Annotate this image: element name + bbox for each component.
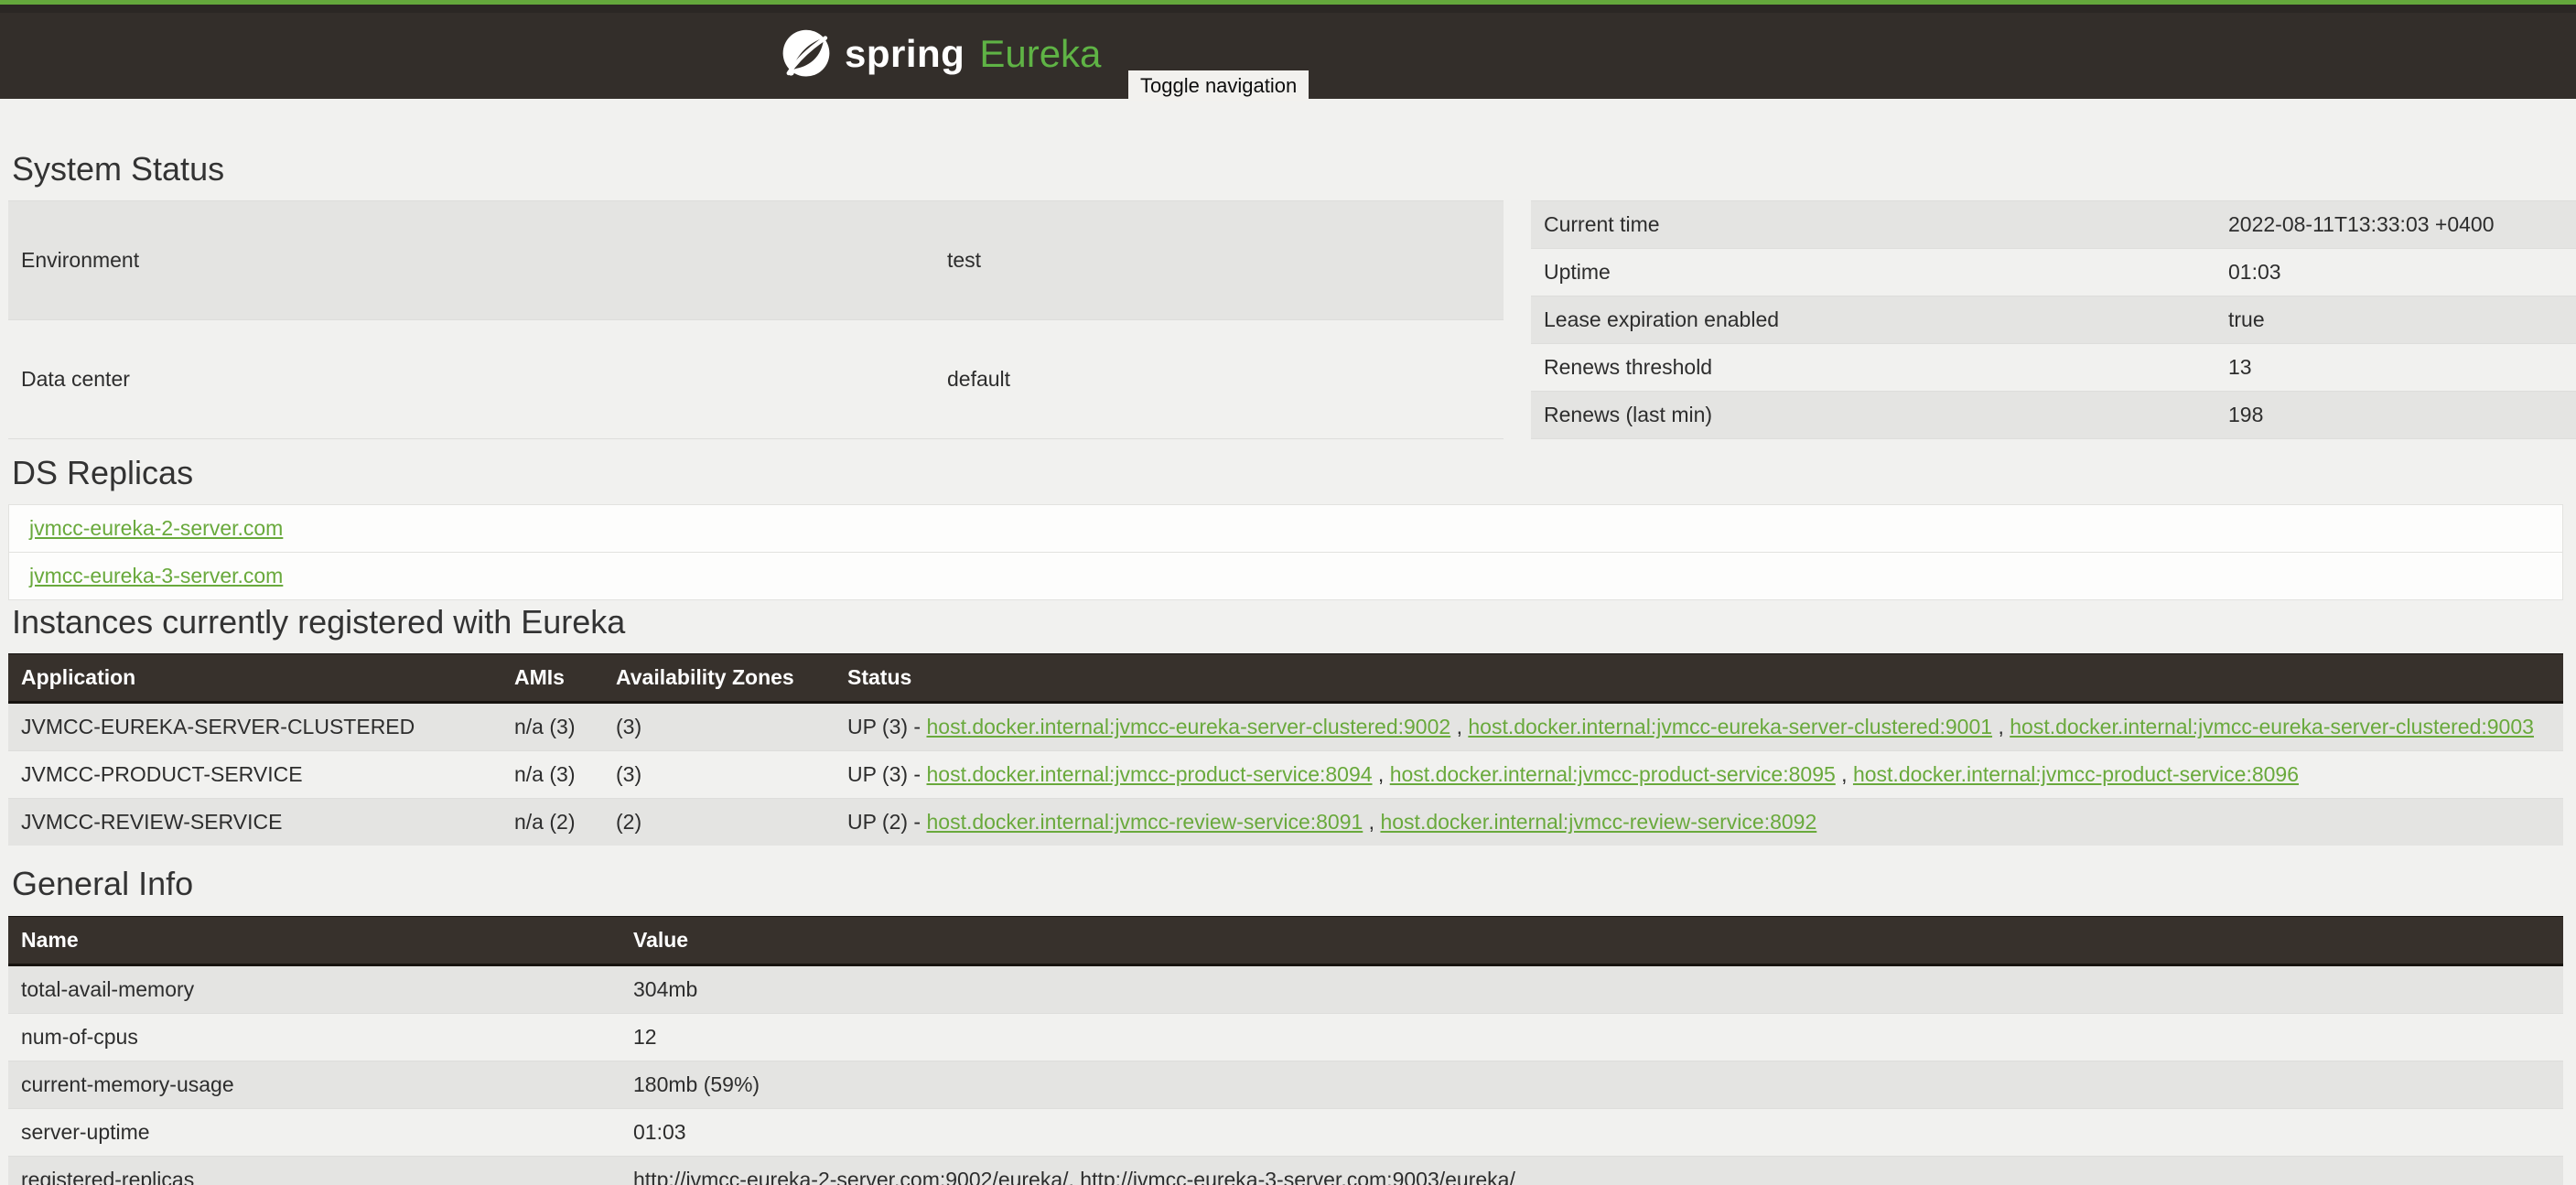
general-info-row: num-of-cpus12 [8, 1014, 2563, 1061]
instances-table: ApplicationAMIsAvailability ZonesStatus … [8, 653, 2563, 846]
status-row: Lease expiration enabledtrue [1531, 296, 2576, 344]
status-tables-gap [1504, 200, 1531, 439]
status-label: Environment [8, 201, 934, 320]
instance-link[interactable]: host.docker.internal:jvmcc-product-servi… [1390, 762, 1836, 786]
instance-amis: n/a (3) [501, 751, 603, 799]
column-header: Application [8, 654, 501, 703]
toggle-navigation-button[interactable]: Toggle navigation [1128, 70, 1309, 101]
instance-application: JVMCC-PRODUCT-SERVICE [8, 751, 501, 799]
system-status-section: EnvironmenttestData centerdefault Curren… [8, 200, 2576, 439]
ds-replicas-list: jvmcc-eureka-2-server.com jvmcc-eureka-3-… [8, 504, 2563, 600]
status-row: Renews (last min)198 [1531, 392, 2576, 439]
instance-link[interactable]: host.docker.internal:jvmcc-review-servic… [926, 810, 1363, 834]
status-label: Renews (last min) [1531, 392, 2215, 439]
instance-amis: n/a (3) [501, 703, 603, 751]
ds-replicas-heading: DS Replicas [12, 454, 2576, 492]
column-header: Value [620, 917, 2563, 965]
status-value: true [2215, 296, 2576, 344]
spring-leaf-icon [781, 28, 832, 80]
instances-heading: Instances currently registered with Eure… [12, 603, 2576, 641]
column-header: AMIs [501, 654, 603, 703]
status-value: default [934, 320, 1504, 439]
status-value: 01:03 [2215, 249, 2576, 296]
status-label: Renews threshold [1531, 344, 2215, 392]
replica-row: jvmcc-eureka-3-server.com [8, 552, 2563, 600]
column-header: Name [8, 917, 620, 965]
instance-link[interactable]: host.docker.internal:jvmcc-product-servi… [926, 762, 1372, 786]
general-info-value: 01:03 [620, 1109, 2563, 1157]
column-header: Availability Zones [603, 654, 835, 703]
status-row: Current time2022-08-11T13:33:03 +0400 [1531, 201, 2576, 249]
status-label: Uptime [1531, 249, 2215, 296]
instance-status: UP (3) - host.docker.internal:jvmcc-prod… [835, 751, 2563, 799]
instance-status-prefix: UP (3) - [847, 715, 926, 738]
status-value: 2022-08-11T13:33:03 +0400 [2215, 201, 2576, 249]
brand-eureka-text: Eureka [979, 28, 1101, 80]
instance-zones: (3) [603, 703, 835, 751]
general-info-heading: General Info [12, 865, 2576, 903]
instance-application: JVMCC-EUREKA-SERVER-CLUSTERED [8, 703, 501, 751]
general-info-row: total-avail-memory304mb [8, 965, 2563, 1014]
instances-header-row: ApplicationAMIsAvailability ZonesStatus [8, 654, 2563, 703]
status-label: Current time [1531, 201, 2215, 249]
instance-application: JVMCC-REVIEW-SERVICE [8, 799, 501, 846]
status-row: Uptime01:03 [1531, 249, 2576, 296]
general-info-value: http://jvmcc-eureka-2-server.com:9002/eu… [620, 1157, 2563, 1185]
general-info-name: registered-replicas [8, 1157, 620, 1185]
general-info-value: 304mb [620, 965, 2563, 1014]
instance-zones: (2) [603, 799, 835, 846]
brand-spring-text: spring [845, 28, 965, 80]
general-info-header-row: NameValue [8, 917, 2563, 965]
brand-link[interactable]: spring Eureka [781, 28, 1101, 80]
instance-link[interactable]: host.docker.internal:jvmcc-eureka-server… [2010, 715, 2534, 738]
instance-link[interactable]: host.docker.internal:jvmcc-eureka-server… [926, 715, 1450, 738]
replica-row: jvmcc-eureka-2-server.com [8, 504, 2563, 552]
column-header: Status [835, 654, 2563, 703]
general-info-value: 12 [620, 1014, 2563, 1061]
instance-status-prefix: UP (2) - [847, 810, 926, 834]
replica-link[interactable]: jvmcc-eureka-2-server.com [29, 516, 283, 540]
system-status-heading: System Status [12, 150, 2576, 189]
instance-row: JVMCC-EUREKA-SERVER-CLUSTEREDn/a (3)(3)U… [8, 703, 2563, 751]
instance-status: UP (2) - host.docker.internal:jvmcc-revi… [835, 799, 2563, 846]
instance-zones: (3) [603, 751, 835, 799]
instance-row: JVMCC-PRODUCT-SERVICEn/a (3)(3)UP (3) - … [8, 751, 2563, 799]
instance-amis: n/a (2) [501, 799, 603, 846]
status-row: Renews threshold13 [1531, 344, 2576, 392]
system-status-left-table: EnvironmenttestData centerdefault [8, 200, 1504, 439]
instance-link[interactable]: host.docker.internal:jvmcc-review-servic… [1380, 810, 1816, 834]
instance-link[interactable]: host.docker.internal:jvmcc-eureka-server… [1468, 715, 1992, 738]
system-status-right-table: Current time2022-08-11T13:33:03 +0400Upt… [1531, 200, 2576, 439]
instance-status-prefix: UP (3) - [847, 762, 926, 786]
replica-link[interactable]: jvmcc-eureka-3-server.com [29, 564, 283, 587]
instance-row: JVMCC-REVIEW-SERVICEn/a (2)(2)UP (2) - h… [8, 799, 2563, 846]
general-info-row: current-memory-usage180mb (59%) [8, 1061, 2563, 1109]
general-info-name: current-memory-usage [8, 1061, 620, 1109]
status-value: 13 [2215, 344, 2576, 392]
general-info-table: NameValue total-avail-memory304mbnum-of-… [8, 916, 2563, 1185]
status-value: 198 [2215, 392, 2576, 439]
general-info-row: registered-replicashttp://jvmcc-eureka-2… [8, 1157, 2563, 1185]
instance-link[interactable]: host.docker.internal:jvmcc-product-servi… [1853, 762, 2299, 786]
status-label: Lease expiration enabled [1531, 296, 2215, 344]
general-info-value: 180mb (59%) [620, 1061, 2563, 1109]
general-info-name: server-uptime [8, 1109, 620, 1157]
navbar: spring Eureka Toggle navigation [0, 0, 2576, 99]
instance-status: UP (3) - host.docker.internal:jvmcc-eure… [835, 703, 2563, 751]
general-info-name: total-avail-memory [8, 965, 620, 1014]
status-row: Environmenttest [8, 201, 1504, 320]
status-row: Data centerdefault [8, 320, 1504, 439]
general-info-name: num-of-cpus [8, 1014, 620, 1061]
general-info-row: server-uptime01:03 [8, 1109, 2563, 1157]
status-label: Data center [8, 320, 934, 439]
status-value: test [934, 201, 1504, 320]
